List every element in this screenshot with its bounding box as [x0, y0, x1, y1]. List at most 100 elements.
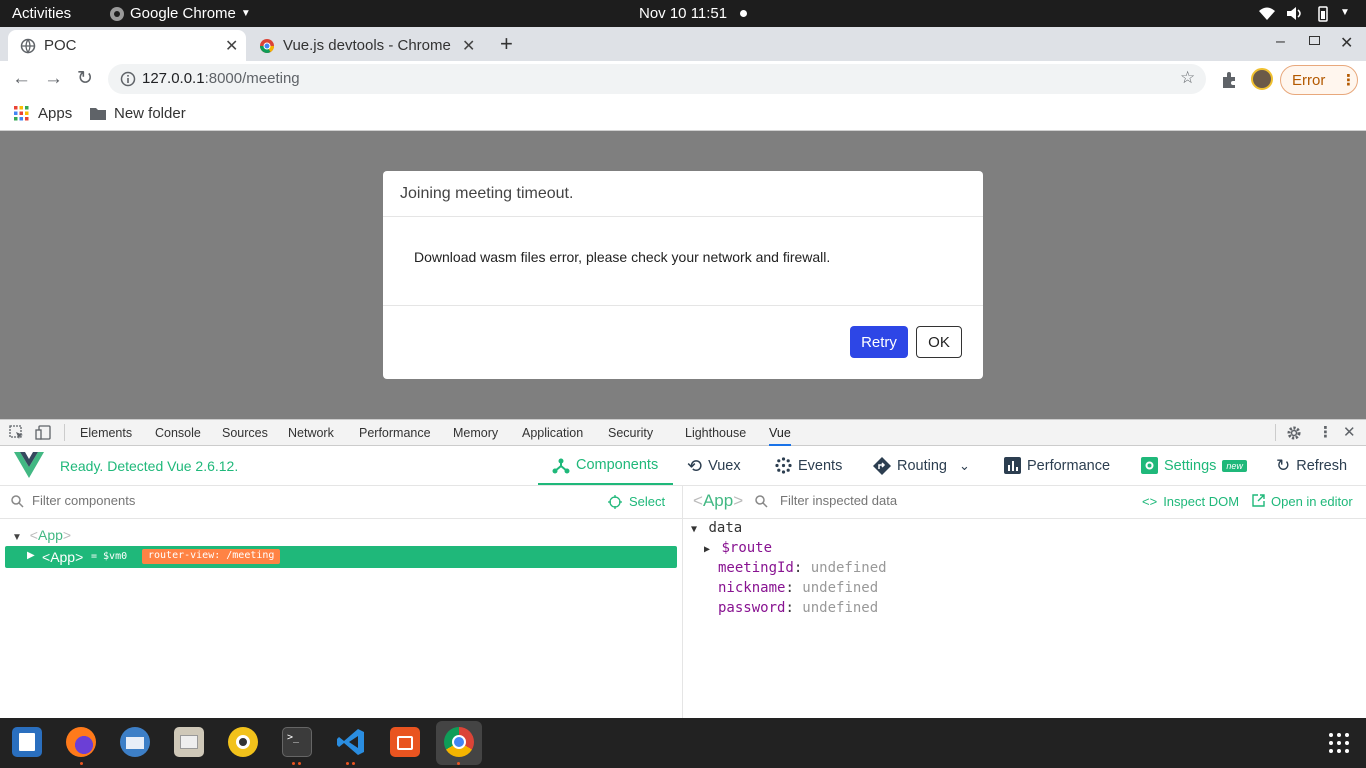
address-bar[interactable]: 127.0.0.1:8000/meeting ☆: [108, 64, 1206, 94]
apps-shortcut[interactable]: Apps: [14, 105, 72, 122]
terminal-icon[interactable]: >_: [282, 727, 312, 757]
tab-elements[interactable]: Elements: [80, 426, 132, 440]
reload-icon[interactable]: ↻: [77, 67, 93, 90]
tab-vue[interactable]: Vue: [769, 426, 791, 446]
data-section-label: data: [708, 520, 743, 536]
data-section-header[interactable]: ▼ data: [691, 520, 742, 536]
app-menu[interactable]: Google Chrome ▼: [109, 5, 251, 22]
data-row: meetingId: undefined: [718, 560, 887, 576]
tree-root-node[interactable]: ▼ <App>: [12, 527, 71, 543]
retry-button[interactable]: Retry: [850, 326, 908, 358]
inspector-pane: <App> <> Inspect DOM Open in editor ▼ da…: [683, 486, 1366, 718]
nav-routing[interactable]: Routing ⌄: [873, 457, 970, 475]
show-applications-icon[interactable]: [1328, 732, 1350, 754]
globe-icon: [20, 38, 36, 54]
tab-memory[interactable]: Memory: [453, 426, 498, 440]
page-overlay: Joining meeting timeout. Download wasm f…: [0, 131, 1366, 419]
select-component-button[interactable]: Select: [608, 494, 665, 509]
open-editor-label: Open in editor: [1271, 494, 1353, 509]
tab-network[interactable]: Network: [288, 426, 334, 440]
tab-sources[interactable]: Sources: [222, 426, 268, 440]
chrome-dock-icon[interactable]: [444, 727, 474, 757]
tab-poc[interactable]: POC ✕: [8, 30, 246, 61]
gear-icon[interactable]: [1286, 425, 1302, 441]
device-toolbar-icon[interactable]: [35, 425, 51, 440]
route-entry[interactable]: ▶ $route: [704, 540, 772, 556]
close-tab-icon[interactable]: ✕: [462, 36, 475, 56]
expand-arrow-icon: ▶: [27, 550, 35, 561]
firefox-icon[interactable]: [66, 727, 96, 757]
tab-performance[interactable]: Performance: [359, 426, 431, 440]
inspect-dom-label: Inspect DOM: [1163, 494, 1240, 509]
nav-performance[interactable]: Performance: [1004, 457, 1110, 474]
chevron-down-icon: ▼: [240, 8, 251, 19]
system-menu-chevron-icon[interactable]: ▼: [1340, 7, 1350, 18]
error-button[interactable]: Error ⋮: [1280, 65, 1358, 95]
tab-lighthouse[interactable]: Lighthouse: [685, 426, 746, 440]
ok-button[interactable]: OK: [916, 326, 962, 358]
running-indicator: [298, 762, 301, 765]
vscode-icon[interactable]: [336, 727, 366, 757]
running-indicator: [352, 762, 355, 765]
close-tab-icon[interactable]: ✕: [225, 36, 238, 56]
minimize-icon[interactable]: –: [1276, 33, 1285, 51]
running-indicator: [292, 762, 295, 765]
data-value: undefined: [810, 560, 887, 576]
wifi-icon[interactable]: [1258, 6, 1276, 21]
filter-inspected-input[interactable]: [780, 493, 1080, 508]
activities-button[interactable]: Activities: [12, 5, 71, 22]
vm-ref: = $vm0: [91, 551, 128, 562]
expand-arrow-icon: ▼: [12, 532, 22, 543]
tab-vue-devtools[interactable]: Vue.js devtools - Chrome W ✕: [250, 30, 486, 61]
nav-events-label: Events: [798, 457, 843, 474]
error-label: Error: [1292, 72, 1326, 89]
nav-refresh[interactable]: ↻ Refresh: [1276, 457, 1347, 474]
close-devtools-icon[interactable]: ✕: [1343, 423, 1356, 441]
select-label: Select: [629, 494, 666, 509]
tree-selected-node[interactable]: ▶ <App> = $vm0 router-view: /meeting: [5, 546, 677, 568]
open-in-editor-button[interactable]: Open in editor: [1252, 494, 1353, 509]
extensions-puzzle-icon[interactable]: [1220, 71, 1238, 89]
volume-icon[interactable]: [1286, 6, 1304, 21]
thunderbird-icon[interactable]: [120, 727, 150, 757]
avatar[interactable]: [1251, 68, 1273, 90]
inspect-dom-button[interactable]: <> Inspect DOM: [1142, 494, 1239, 509]
filter-components-input[interactable]: [32, 493, 432, 508]
tab-application[interactable]: Application: [522, 426, 583, 440]
filter-components-bar: Select: [0, 486, 682, 519]
nav-events[interactable]: Events: [775, 457, 842, 474]
tab-title: POC: [44, 37, 77, 54]
writer-icon[interactable]: [12, 727, 42, 757]
bar-chart-icon: [1004, 457, 1021, 474]
vue-logo-icon: [14, 452, 44, 478]
routing-icon: [873, 457, 891, 475]
nav-components[interactable]: Components: [538, 446, 673, 485]
tab-console[interactable]: Console: [155, 426, 201, 440]
more-options-icon[interactable]: ⋮: [1318, 423, 1333, 441]
new-tab-icon[interactable]: +: [500, 31, 513, 57]
rhythmbox-icon[interactable]: [228, 727, 258, 757]
tree-child-label: <App>: [42, 549, 84, 565]
tab-security[interactable]: Security: [608, 426, 653, 440]
nav-settings[interactable]: Settings new: [1141, 457, 1247, 474]
battery-icon[interactable]: [1313, 5, 1333, 22]
inspect-element-icon[interactable]: [9, 425, 24, 440]
running-indicator: [457, 762, 460, 765]
bookmark-folder[interactable]: New folder: [90, 105, 186, 122]
inspector-header: <App> <> Inspect DOM Open in editor: [683, 486, 1366, 519]
back-icon[interactable]: ←: [12, 68, 31, 90]
close-window-icon[interactable]: ✕: [1340, 33, 1353, 53]
devtools-tab-bar: Elements Console Sources Network Perform…: [0, 419, 1366, 446]
files-icon[interactable]: [174, 727, 204, 757]
bookmarks-bar: Apps New folder: [0, 98, 1366, 131]
nav-vuex[interactable]: ⟲ Vuex: [687, 457, 741, 475]
forward-icon[interactable]: →: [44, 68, 63, 90]
clock[interactable]: Nov 10 11:51: [639, 5, 727, 22]
software-center-icon[interactable]: [390, 727, 420, 757]
tree-root-name: App: [37, 527, 63, 543]
bookmark-star-icon[interactable]: ☆: [1180, 68, 1195, 88]
running-indicator: [346, 762, 349, 765]
data-row: nickname: undefined: [718, 580, 879, 596]
restore-icon[interactable]: [1309, 36, 1320, 45]
data-key: password: [718, 600, 786, 616]
